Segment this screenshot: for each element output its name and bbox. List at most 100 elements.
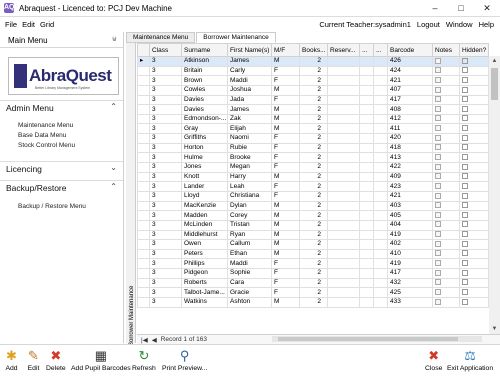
hidden-checkbox[interactable] (462, 173, 468, 180)
cell-blank[interactable] (373, 75, 388, 86)
notes-icon[interactable] (435, 105, 441, 112)
cell-gender[interactable]: F (271, 190, 300, 202)
table-row[interactable]: 3 Watkins Ashton M 2 433 (137, 297, 489, 308)
cell-surname[interactable]: Edmondson-... (181, 113, 228, 125)
cell-blank[interactable] (359, 258, 374, 270)
tab-borrower-maintenance[interactable]: Borrower Maintenance (196, 32, 276, 43)
table-row[interactable]: 3 Horton Rubie F 2 418 (137, 142, 489, 154)
cell-first-name[interactable]: Zak (227, 113, 272, 125)
cell-first-name[interactable]: Dylan (227, 200, 272, 212)
notes-icon[interactable] (432, 258, 460, 270)
column-header[interactable]: ... (373, 43, 388, 57)
cell-barcode[interactable]: 417 (387, 268, 433, 279)
hidden-checkbox[interactable] (462, 154, 468, 160)
notes-icon[interactable] (432, 65, 460, 77)
hidden-checkbox[interactable] (459, 113, 489, 125)
hidden-checkbox[interactable] (462, 260, 468, 267)
cell-books[interactable]: 2 (299, 210, 328, 221)
cell-class[interactable]: 3 (149, 162, 182, 173)
cell-blank[interactable] (359, 84, 374, 96)
row-indicator[interactable] (137, 239, 150, 250)
table-row[interactable]: 3 Talbot-Jame... Gracie F 2 425 (137, 287, 489, 298)
hidden-checkbox[interactable] (462, 67, 468, 74)
cell-blank[interactable] (373, 133, 388, 144)
add-pupil-barcodes-button[interactable]: ▦ Add Pupil Barcodes (71, 348, 131, 372)
cell-blank[interactable] (373, 248, 388, 260)
notes-icon[interactable] (435, 240, 441, 247)
cell-reservations[interactable] (327, 75, 360, 86)
cell-blank[interactable] (373, 84, 388, 96)
column-header[interactable] (137, 43, 150, 57)
row-indicator[interactable] (137, 210, 150, 221)
cell-surname[interactable]: Griffiths (181, 133, 228, 144)
cell-reservations[interactable] (327, 94, 360, 106)
cell-barcode[interactable]: 419 (387, 229, 433, 241)
notes-icon[interactable] (435, 250, 441, 257)
cell-barcode[interactable]: 425 (387, 287, 433, 298)
cell-first-name[interactable]: Naomi (227, 133, 272, 144)
table-row[interactable]: 3 Lloyd Christiana F 2 421 (137, 190, 489, 202)
cell-reservations[interactable] (327, 152, 360, 164)
add-button[interactable]: ✱ Add (4, 348, 19, 372)
cell-first-name[interactable]: Harry (227, 171, 272, 183)
table-row[interactable]: 3 Roberts Cara F 2 432 (137, 277, 489, 289)
cell-class[interactable]: 3 (149, 94, 182, 106)
notes-icon[interactable] (435, 221, 441, 228)
notes-icon[interactable] (432, 239, 460, 250)
cell-gender[interactable]: M (271, 171, 300, 183)
cell-reservations[interactable] (327, 162, 360, 173)
cell-first-name[interactable]: Sophie (227, 268, 272, 279)
row-indicator[interactable] (137, 200, 150, 212)
cell-surname[interactable]: Madden (181, 210, 228, 221)
cell-class[interactable]: 3 (149, 200, 182, 212)
row-indicator[interactable] (137, 277, 150, 289)
cell-blank[interactable] (373, 162, 388, 173)
prev-record-icon[interactable]: ◀ (152, 336, 157, 344)
cell-class[interactable]: 3 (149, 229, 182, 241)
cell-first-name[interactable]: Ryan (227, 229, 272, 241)
cell-barcode[interactable]: 402 (387, 239, 433, 250)
hidden-checkbox[interactable] (462, 211, 468, 218)
cell-blank[interactable] (373, 152, 388, 164)
cell-blank[interactable] (373, 65, 388, 77)
table-row[interactable]: 3 Griffiths Naomi F 2 420 (137, 133, 489, 144)
cell-surname[interactable]: Brown (181, 75, 228, 86)
scroll-up-icon[interactable]: ▲ (489, 56, 500, 66)
cell-surname[interactable]: MacKenzie (181, 200, 228, 212)
cell-class[interactable]: 3 (149, 171, 182, 183)
cell-blank[interactable] (373, 210, 388, 221)
hidden-checkbox[interactable] (459, 248, 489, 260)
notes-icon[interactable] (435, 288, 441, 295)
cell-books[interactable]: 2 (299, 229, 328, 241)
cell-blank[interactable] (373, 123, 388, 135)
cell-barcode[interactable]: 422 (387, 162, 433, 173)
cell-gender[interactable]: M (271, 239, 300, 250)
cell-reservations[interactable] (327, 210, 360, 221)
hidden-checkbox[interactable] (459, 287, 489, 298)
column-header[interactable]: First Name(s) (227, 43, 272, 57)
cell-barcode[interactable]: 407 (387, 84, 433, 96)
table-row[interactable]: ▸ 3 Atkinson James M 2 426 (137, 56, 489, 67)
table-row[interactable]: 3 Davies Jada F 2 417 (137, 94, 489, 106)
cell-surname[interactable]: Horton (181, 142, 228, 154)
cell-class[interactable]: 3 (149, 123, 182, 135)
notes-icon[interactable] (435, 173, 441, 180)
cell-first-name[interactable]: Leah (227, 181, 272, 192)
cell-blank[interactable] (373, 239, 388, 250)
cell-blank[interactable] (359, 113, 374, 125)
cell-class[interactable]: 3 (149, 181, 182, 192)
cell-reservations[interactable] (327, 258, 360, 270)
cell-first-name[interactable]: Ethan (227, 248, 272, 260)
cell-blank[interactable] (359, 56, 374, 67)
cell-blank[interactable] (373, 297, 388, 308)
table-row[interactable]: 3 Pidgeon Sophie F 2 417 (137, 268, 489, 279)
cell-barcode[interactable]: 423 (387, 181, 433, 192)
cell-first-name[interactable]: Megan (227, 162, 272, 173)
cell-surname[interactable]: Davies (181, 94, 228, 106)
row-indicator[interactable] (137, 84, 150, 96)
cell-class[interactable]: 3 (149, 84, 182, 96)
cell-books[interactable]: 2 (299, 152, 328, 164)
row-indicator[interactable] (137, 65, 150, 77)
cell-books[interactable]: 2 (299, 190, 328, 202)
cell-blank[interactable] (373, 104, 388, 115)
